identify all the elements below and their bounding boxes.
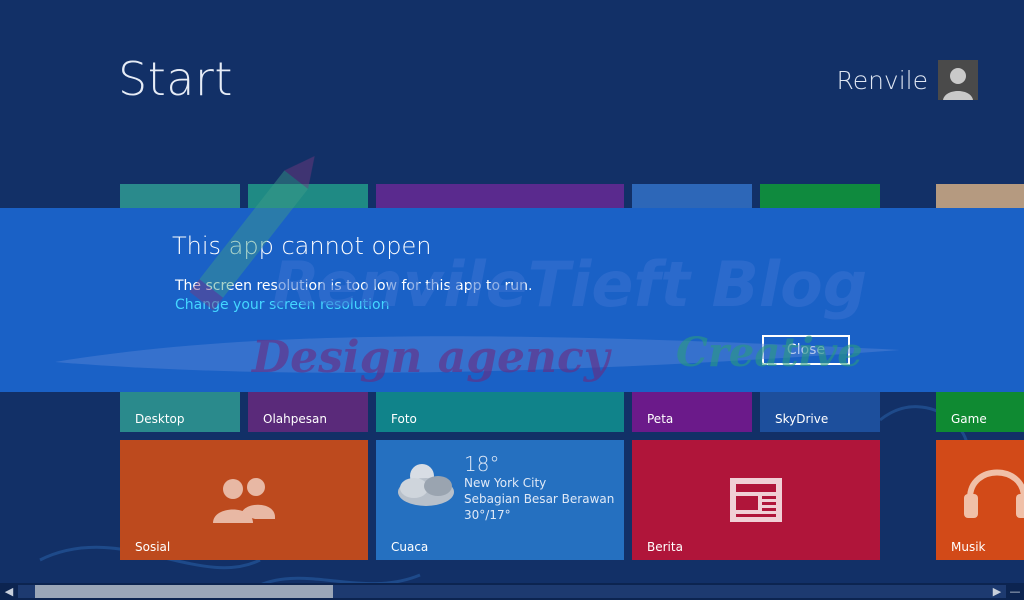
tile-label: Cuaca [391,540,429,554]
weather-city: New York City [464,476,547,490]
headphones-icon [964,469,1024,518]
newspaper-icon [730,478,782,522]
tile-label: Berita [647,540,683,554]
tile-label: Musik [951,540,986,554]
close-button[interactable]: Close [762,335,850,365]
user-name: Renvile [836,65,928,95]
semantic-zoom-icon[interactable]: — [1006,583,1024,600]
tile-label: Olahpesan [263,412,327,426]
weather-condition: Sebagian Besar Berawan [464,492,615,506]
tile-berita[interactable]: Berita [632,440,880,560]
avatar[interactable] [938,60,978,100]
scroll-left-arrow-icon[interactable]: ◀ [0,583,18,600]
scroll-right-arrow-icon[interactable]: ▶ [988,583,1006,600]
tile-label: Desktop [135,412,185,426]
error-dialog: This app cannot open The screen resoluti… [0,208,1024,392]
user-account[interactable]: Renvile [836,60,978,100]
scrollbar-thumb[interactable] [35,585,333,598]
tile-label: Peta [647,412,674,426]
user-silhouette-icon [943,68,973,100]
start-title: Start [118,52,233,106]
tile-label: SkyDrive [775,412,829,426]
horizontal-scrollbar[interactable]: ◀ ▶ — [0,583,1024,600]
weather-range: 30°/17° [464,508,511,522]
tile-label: Sosial [135,540,171,554]
tile-label: Game [951,412,987,426]
weather-temp: 18° [464,452,500,476]
change-resolution-link[interactable]: Change your screen resolution [175,297,389,313]
dialog-message: The screen resolution is too low for thi… [175,278,533,294]
tile-sosial[interactable]: Sosial [120,440,368,560]
dialog-title: This app cannot open [172,232,432,260]
tile-musik[interactable]: Musik [936,440,1024,560]
people-icon [213,478,275,523]
tile-cuaca[interactable]: 18° New York City Sebagian Besar Berawan… [376,440,624,560]
cloudy-weather-icon [398,464,454,506]
tile-label: Foto [391,412,417,426]
